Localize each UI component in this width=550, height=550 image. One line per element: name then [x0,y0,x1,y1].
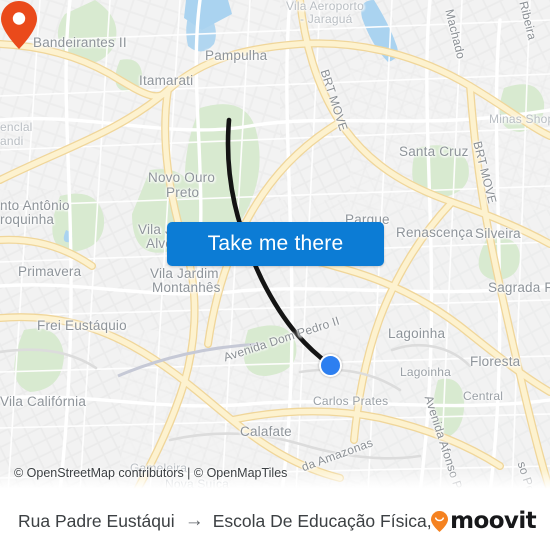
moovit-logo[interactable]: moovit [431,508,537,534]
take-me-there-button[interactable]: Take me there [167,222,384,266]
route-summary: Rua Padre Eustáqui… → Escola De Educação… [18,510,431,532]
map-canvas[interactable]: Bandeirantes II Itamarati Pampulha Vila Aer… [0,0,550,492]
route-origin-label: Rua Padre Eustáqui… [18,510,176,531]
moovit-map-screen: Bandeirantes II Itamarati Pampulha Vila Aer… [0,0,550,550]
moovit-wordmark: moovit [450,508,536,534]
location-dot-icon[interactable] [319,354,342,377]
footer-bar: Rua Padre Eustáqui… → Escola De Educação… [0,492,550,550]
map-pin-icon[interactable] [0,0,38,50]
attribution-text: © OpenStreetMap contributors | © OpenMap… [14,466,288,480]
moovit-pin-icon [431,510,449,532]
map-attribution: © OpenStreetMap contributors | © OpenMap… [0,462,550,484]
route-destination-label: Escola De Educação Física, … [212,510,432,531]
arrow-right-icon: → [184,510,204,531]
